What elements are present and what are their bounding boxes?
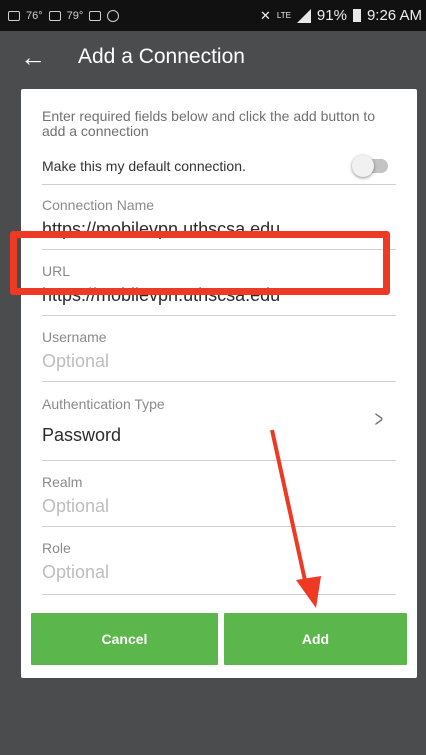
username-field[interactable]: Username Optional bbox=[42, 329, 396, 382]
clock: 9:26 AM bbox=[366, 7, 422, 24]
temperature-76-icon: 76° bbox=[26, 9, 43, 22]
authentication-type-label: Authentication Type bbox=[42, 396, 165, 412]
battery-icon bbox=[352, 9, 361, 22]
role-input[interactable]: Optional bbox=[42, 562, 396, 583]
signal-icon bbox=[296, 8, 311, 23]
network-type: LTE bbox=[276, 11, 291, 20]
default-connection-row[interactable]: Make this my default connection. bbox=[42, 151, 396, 185]
cancel-button[interactable]: Cancel bbox=[31, 613, 218, 665]
default-connection-label: Make this my default connection. bbox=[42, 158, 246, 174]
username-highlight-box bbox=[10, 231, 390, 295]
role-label: Role bbox=[42, 540, 71, 556]
mail-icon bbox=[48, 10, 61, 21]
mute-icon: ✕ bbox=[259, 7, 271, 23]
default-connection-toggle[interactable] bbox=[352, 155, 388, 177]
gallery-icon bbox=[8, 10, 20, 21]
username-label: Username bbox=[42, 329, 107, 345]
chevron-right-icon[interactable]: > bbox=[375, 406, 383, 434]
page-title: Add a Connection bbox=[78, 45, 245, 68]
toggle-knob bbox=[352, 155, 374, 177]
realm-input[interactable]: Optional bbox=[42, 496, 396, 517]
connection-form-card: Enter required fields below and click th… bbox=[21, 89, 417, 678]
form-instructions: Enter required fields below and click th… bbox=[42, 108, 376, 139]
role-field[interactable]: Role Optional bbox=[42, 540, 396, 595]
battery-percent: 91% bbox=[316, 7, 347, 24]
status-bar: 76° 79° ✕ LTE 91% 9:26 AM bbox=[0, 0, 426, 31]
sync-icon bbox=[107, 9, 120, 22]
voicemail-icon bbox=[89, 10, 102, 21]
realm-label: Realm bbox=[42, 474, 83, 490]
temperature-79-icon: 79° bbox=[66, 9, 84, 22]
connection-name-label: Connection Name bbox=[42, 197, 155, 213]
add-button[interactable]: Add bbox=[224, 613, 407, 665]
arrow-left-icon[interactable]: ← bbox=[20, 44, 46, 70]
status-left-icons: 76° 79° bbox=[8, 9, 120, 22]
app-bar: ← Add a Connection bbox=[0, 31, 426, 83]
realm-field[interactable]: Realm Optional bbox=[42, 474, 396, 527]
username-input[interactable]: Optional bbox=[42, 351, 396, 372]
status-right-icons: ✕ LTE 91% 9:26 AM bbox=[260, 7, 422, 24]
authentication-type-value[interactable]: Password bbox=[42, 425, 396, 446]
authentication-type-field[interactable]: Authentication Type Password > bbox=[42, 396, 396, 461]
